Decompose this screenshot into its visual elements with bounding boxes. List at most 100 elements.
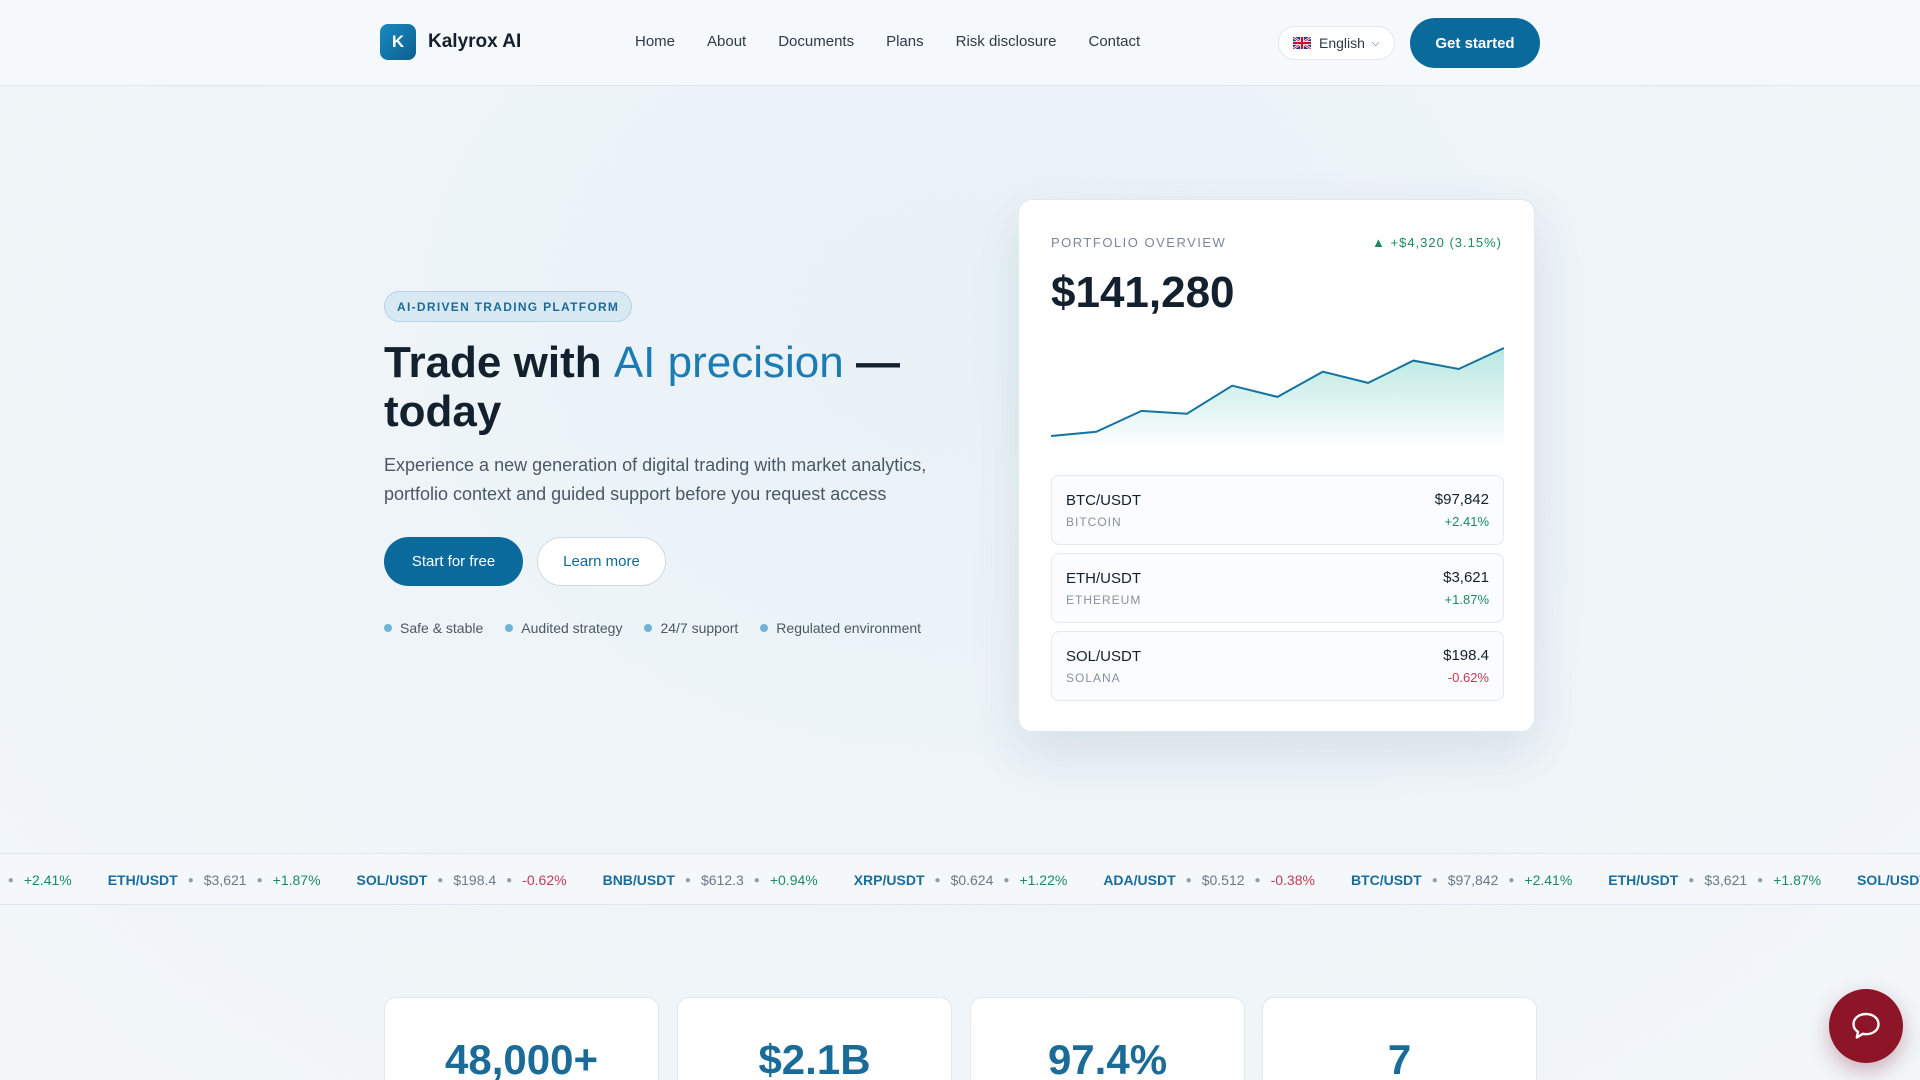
asset-row-sol[interactable]: SOL/USDT SOLANA $198.4 -0.62% <box>1051 631 1504 701</box>
dot-separator-icon: ● <box>1003 874 1010 886</box>
asset-change: +2.41% <box>1444 514 1489 529</box>
stat-card: 48,000+ <box>384 997 659 1080</box>
stat-value: 7 <box>1387 1036 1412 1080</box>
asset-price: $3,621 <box>1443 569 1489 586</box>
start-free-button[interactable]: Start for free <box>384 537 523 586</box>
stat-value: $2.1B <box>758 1036 871 1080</box>
ticker-item: SOL/USDT ● $198.4 ● -0.62% <box>357 872 567 888</box>
asset-pair: BTC/USDT <box>1066 492 1141 509</box>
asset-pair: ETH/USDT <box>1066 570 1141 587</box>
get-started-button[interactable]: Get started <box>1410 18 1540 68</box>
ticker-change: +2.41% <box>23 872 72 888</box>
site-header: K Kalyrox AI Home About Documents Plans … <box>0 0 1920 86</box>
ticker-price: $3,621 <box>203 872 247 888</box>
asset-price: $198.4 <box>1443 647 1489 664</box>
ticker-pair: SOL/USDT <box>356 872 428 888</box>
feature-list: Safe & stable Audited strategy 24/7 supp… <box>384 620 943 636</box>
hero-title-start: Trade with <box>384 338 614 387</box>
asset-name: SOLANA <box>1066 671 1121 685</box>
hero-subtitle: Experience a new generation of digital t… <box>384 455 927 504</box>
nav-documents[interactable]: Documents <box>778 33 854 50</box>
brand-name: Kalyrox AI <box>428 31 522 52</box>
hero-title: Trade with AI precision — today <box>384 338 904 436</box>
hero-title-accent: AI precision <box>613 338 844 387</box>
ticker-change: -0.62% <box>522 872 567 888</box>
dot-separator-icon: ● <box>506 874 513 886</box>
dot-separator-icon: ● <box>684 874 691 886</box>
brand-mark-icon: K <box>380 24 416 60</box>
feature-item: Safe & stable <box>384 620 483 636</box>
ticker-pair: BTC/USDT <box>1350 872 1422 888</box>
dot-separator-icon: ● <box>753 874 760 886</box>
ticker-item: BTC/USDT ● $97,842 ● +2.41% <box>1351 872 1572 888</box>
portfolio-value: $141,280 <box>1051 268 1235 317</box>
stat-card: 7 <box>1262 997 1537 1080</box>
feature-item: Audited strategy <box>505 620 622 636</box>
stat-card: $2.1B <box>677 997 952 1080</box>
nav-home[interactable]: Home <box>635 33 675 50</box>
ticker-price: $0.624 <box>950 872 994 888</box>
chat-bubble-icon <box>1852 1012 1880 1039</box>
feature-label: Audited strategy <box>521 620 623 636</box>
asset-name: BITCOIN <box>1066 515 1122 529</box>
asset-row-btc[interactable]: BTC/USDT BITCOIN $97,842 +2.41% <box>1051 475 1504 545</box>
bullet-dot-icon <box>760 624 769 632</box>
language-select[interactable]: English ⌵ <box>1278 26 1395 60</box>
hero-badge: AI-DRIVEN TRADING PLATFORM <box>384 291 633 322</box>
sparkline-area <box>1051 348 1504 450</box>
feature-label: Safe & stable <box>400 620 484 636</box>
ticker-pair: XRP/USDT <box>853 872 925 888</box>
bullet-dot-icon <box>644 624 653 632</box>
nav-plans[interactable]: Plans <box>886 33 924 50</box>
ticker-item: XRP/USDT ● $0.624 ● +1.22% <box>854 872 1068 888</box>
ticker-price: $198.4 <box>453 872 497 888</box>
dot-separator-icon: ● <box>187 874 194 886</box>
ticker-pair: SOL/USDT <box>1857 872 1920 888</box>
dot-separator-icon: ● <box>1254 874 1261 886</box>
dot-separator-icon: ● <box>7 874 14 886</box>
chat-button[interactable] <box>1829 989 1903 1063</box>
dot-separator-icon: ● <box>1508 874 1515 886</box>
ticker-pair: BNB/USDT <box>602 872 675 888</box>
portfolio-change: ▲ +$4,320 (3.15%) <box>1372 235 1502 250</box>
ticker-change: +0.94% <box>769 872 818 888</box>
ticker-price: $612.3 <box>700 872 744 888</box>
ticker-change: +1.22% <box>1019 872 1068 888</box>
stat-value: 48,000+ <box>445 1036 598 1080</box>
bullet-dot-icon <box>384 624 392 632</box>
ticker-price: $3,621 <box>1704 872 1748 888</box>
main-nav: Home About Documents Plans Risk disclosu… <box>635 33 1172 50</box>
portfolio-sparkline <box>1051 347 1504 450</box>
ticker-pair: ETH/USDT <box>107 872 178 888</box>
ticker-pair: ADA/USDT <box>1103 872 1176 888</box>
ticker-item: ADA/USDT ● $0.512 ● -0.38% <box>1103 872 1315 888</box>
stat-card: 97.4% <box>970 997 1245 1080</box>
asset-row-eth[interactable]: ETH/USDT ETHEREUM $3,621 +1.87% <box>1051 553 1504 623</box>
feature-item: Regulated environment <box>760 620 921 636</box>
language-label: English <box>1319 35 1365 51</box>
ticker-track: 2 ● +2.41% ETH/USDT ● $3,621 ● +1.87% SOL/USD… <box>0 854 1920 904</box>
ticker-item: ETH/USDT ● $3,621 ● +1.87% <box>108 872 321 888</box>
asset-change: +1.87% <box>1444 592 1489 607</box>
dot-separator-icon: ● <box>256 874 263 886</box>
asset-name: ETHEREUM <box>1066 593 1142 607</box>
ticker-item: ETH/USDT ● $3,621 ● +1.87% <box>1608 872 1821 888</box>
nav-contact[interactable]: Contact <box>1089 33 1141 50</box>
feature-item: 24/7 support <box>644 620 738 636</box>
ticker-pair: ETH/USDT <box>1608 872 1679 888</box>
nav-risk-disclosure[interactable]: Risk disclosure <box>956 33 1057 50</box>
ticker-price: $97,842 <box>1447 872 1499 888</box>
price-ticker: 2 ● +2.41% ETH/USDT ● $3,621 ● +1.87% SOL/USD… <box>0 853 1920 905</box>
dot-separator-icon: ● <box>1431 874 1438 886</box>
nav-about[interactable]: About <box>707 33 746 50</box>
ticker-item: 2 ● +2.41% <box>0 872 72 888</box>
feature-label: Regulated environment <box>776 620 922 636</box>
learn-more-button[interactable]: Learn more <box>537 537 666 586</box>
dot-separator-icon: ● <box>437 874 444 886</box>
dot-separator-icon: ● <box>1185 874 1192 886</box>
portfolio-label: PORTFOLIO OVERVIEW <box>1051 235 1227 250</box>
brand-logo[interactable]: K Kalyrox AI <box>380 24 521 60</box>
ticker-change: -0.38% <box>1270 872 1315 888</box>
ticker-change: +1.87% <box>272 872 321 888</box>
bullet-dot-icon <box>505 624 514 632</box>
